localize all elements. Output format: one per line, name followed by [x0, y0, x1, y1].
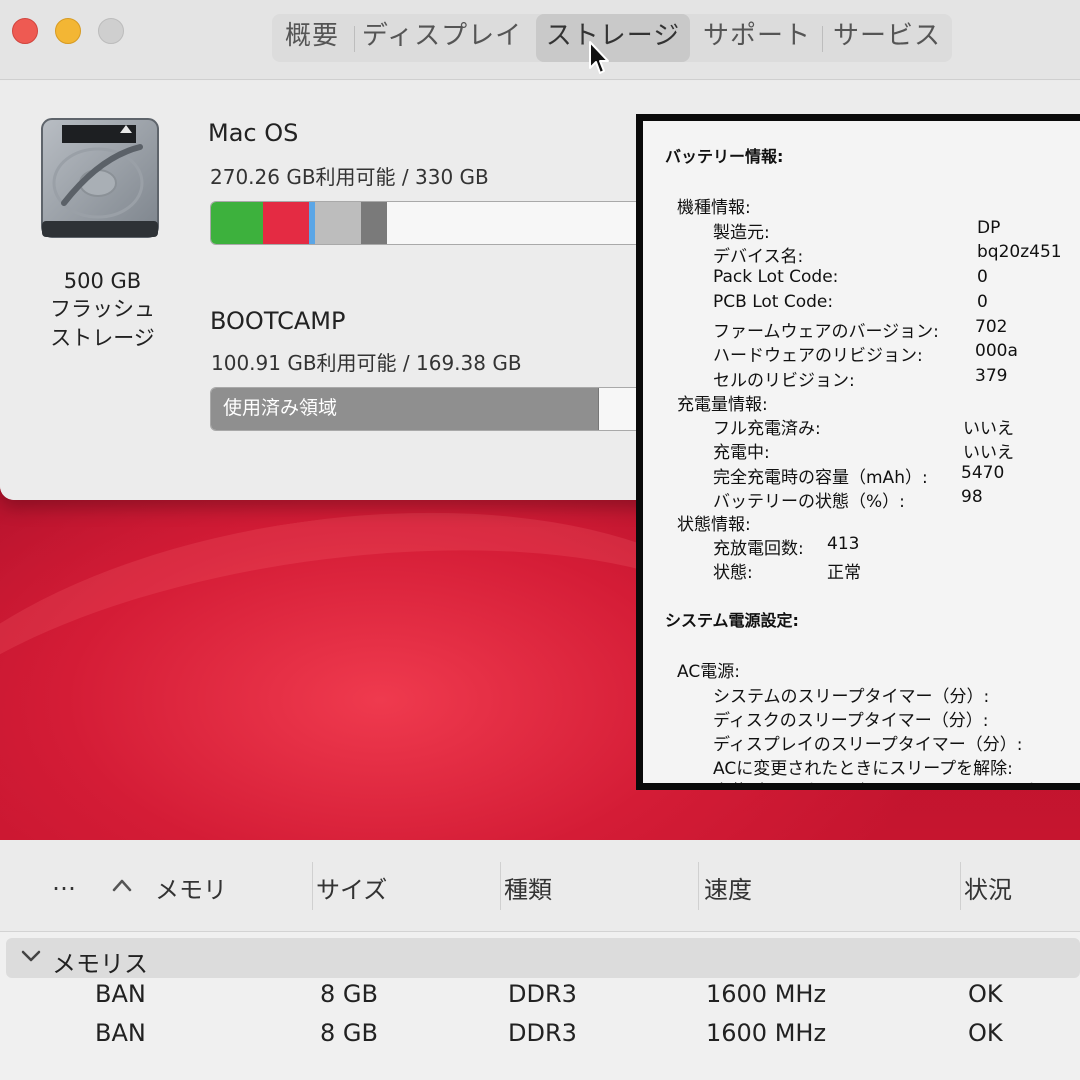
table-row[interactable]: BAN 8 GB DDR3 1600 MHz OK — [0, 976, 1080, 1014]
info-value: 0 — [977, 292, 988, 312]
info-value: 98 — [961, 487, 983, 507]
info-value: bq20z451 — [977, 242, 1062, 262]
mouse-pointer-icon — [589, 41, 609, 74]
memory-table-header: … メモリ サイズ 種類 速度 状況 — [0, 840, 1080, 932]
info-key: ディスクのスリープタイマー（分）: — [713, 711, 989, 731]
info-key: 充放電回数: — [713, 539, 804, 559]
zoom-window-button[interactable] — [98, 18, 124, 44]
info-value: 702 — [975, 317, 1008, 337]
storage-bar-bootcamp: 使用済み領域 — [210, 387, 650, 431]
sort-ascending-icon[interactable] — [112, 878, 132, 892]
info-key: ACに変更されたときにスリープを解除: — [713, 759, 1013, 779]
column-header-size[interactable]: サイズ — [316, 870, 387, 905]
window-titlebar: 概要 ディスプレイ ストレージ サポート サービス — [0, 0, 1080, 80]
memory-speed-cell: 1600 MHz — [706, 980, 827, 1008]
info-key: バッテリーの状態（%）: — [713, 492, 905, 512]
memory-size-cell: 8 GB — [320, 1019, 378, 1047]
info-key: 内蔵ディスプレイが開いたときにスリープを — [713, 777, 1051, 783]
info-value: 379 — [975, 366, 1008, 386]
memory-status-cell: OK — [968, 980, 1003, 1008]
info-key: 製造元: — [713, 223, 770, 243]
memory-type-cell: DDR3 — [508, 1019, 577, 1047]
tab-separator — [822, 26, 823, 52]
tab-support[interactable]: サポート — [700, 14, 814, 62]
tab-overview[interactable]: 概要 — [276, 14, 348, 62]
used-space-label: 使用済み領域 — [223, 397, 338, 419]
info-key: ディスプレイのスリープタイマー（分）: — [713, 735, 1023, 755]
info-key: システムのスリープタイマー（分）: — [713, 687, 990, 707]
column-separator — [312, 862, 313, 910]
memory-group-label: メモリス — [52, 950, 148, 978]
info-key: デバイス名: — [713, 247, 804, 267]
disk-type-line1: フラッシュ — [50, 297, 155, 321]
apps-segment — [211, 202, 263, 244]
model-info-section: 機種情報: — [677, 198, 751, 218]
power-settings-heading: システム電源設定: — [665, 611, 799, 630]
other-segment — [315, 202, 361, 244]
status-info-section: 状態情報: — [677, 515, 751, 535]
charge-info-section: 充電量情報: — [677, 395, 768, 415]
info-key: セルのリビジョン: — [713, 371, 855, 391]
tab-separator — [354, 26, 355, 52]
documents-segment — [263, 202, 309, 244]
more-options-button[interactable]: … — [52, 868, 76, 896]
storage-bar-macos — [210, 201, 650, 245]
info-key: PCB Lot Code: — [713, 292, 834, 312]
memory-info-window: … メモリ サイズ 種類 速度 状況 メモリス BAN 8 GB DDR3 16… — [0, 840, 1080, 1080]
column-header-status[interactable]: 状況 — [964, 870, 1012, 905]
info-key: 完全充電時の容量（mAh）: — [713, 468, 928, 488]
memory-type-cell: DDR3 — [508, 980, 577, 1008]
info-value: 5470 — [961, 463, 1005, 483]
info-key: ハードウェアのリビジョン: — [713, 346, 923, 366]
column-header-memory[interactable]: メモリ — [155, 870, 227, 905]
info-value: 413 — [827, 534, 860, 554]
volume-name-macos: Mac OS — [208, 119, 299, 147]
memory-slot-group-row[interactable]: メモリス — [6, 938, 1080, 978]
memory-speed-cell: 1600 MHz — [706, 1019, 827, 1047]
tab-display[interactable]: ディスプレイ — [358, 14, 526, 62]
info-value: 正常 — [827, 563, 861, 583]
volume-name-bootcamp: BOOTCAMP — [210, 307, 346, 335]
disk-capacity: 500 GB — [63, 269, 142, 293]
battery-info-panel: バッテリー情報: 機種情報: 製造元: DP デバイス名: bq20z451 P… — [636, 114, 1080, 790]
memory-name-cell: BAN — [95, 1019, 146, 1047]
memory-size-cell: 8 GB — [320, 980, 378, 1008]
volume-info-macos: 270.26 GB利用可能 / 330 GB — [210, 165, 489, 189]
column-separator — [500, 862, 501, 910]
info-key: フル充電済み: — [713, 419, 821, 439]
column-header-speed[interactable]: 速度 — [704, 870, 752, 905]
info-key: ファームウェアのバージョン: — [713, 322, 939, 342]
info-key: Pack Lot Code: — [713, 267, 839, 287]
volume-info-bootcamp: 100.91 GB利用可能 / 169.38 GB — [211, 351, 522, 375]
ac-power-section: AC電源: — [677, 662, 740, 682]
info-value: DP — [977, 218, 1001, 238]
system-segment — [361, 202, 387, 244]
close-window-button[interactable] — [12, 18, 38, 44]
memory-status-cell: OK — [968, 1019, 1003, 1047]
info-value: 000a — [975, 341, 1018, 361]
table-row[interactable]: BAN 8 GB DDR3 1600 MHz OK — [0, 1015, 1080, 1053]
battery-info-heading: バッテリー情報: — [665, 147, 784, 166]
column-separator — [698, 862, 699, 910]
column-separator — [960, 862, 961, 910]
chevron-down-icon[interactable] — [20, 948, 42, 964]
used-space-segment: 使用済み領域 — [211, 388, 599, 430]
hard-drive-icon — [41, 118, 159, 238]
info-value: 0 — [977, 267, 988, 287]
memory-name-cell: BAN — [95, 980, 146, 1008]
minimize-window-button[interactable] — [55, 18, 81, 44]
disk-type-line2: ストレージ — [50, 326, 155, 350]
info-key: 状態: — [713, 563, 753, 583]
column-header-type[interactable]: 種類 — [504, 870, 552, 905]
tab-service[interactable]: サービス — [828, 14, 946, 62]
info-key: 充電中: — [713, 443, 770, 463]
info-value: いいえ — [963, 443, 1014, 463]
info-value: いいえ — [963, 419, 1014, 439]
